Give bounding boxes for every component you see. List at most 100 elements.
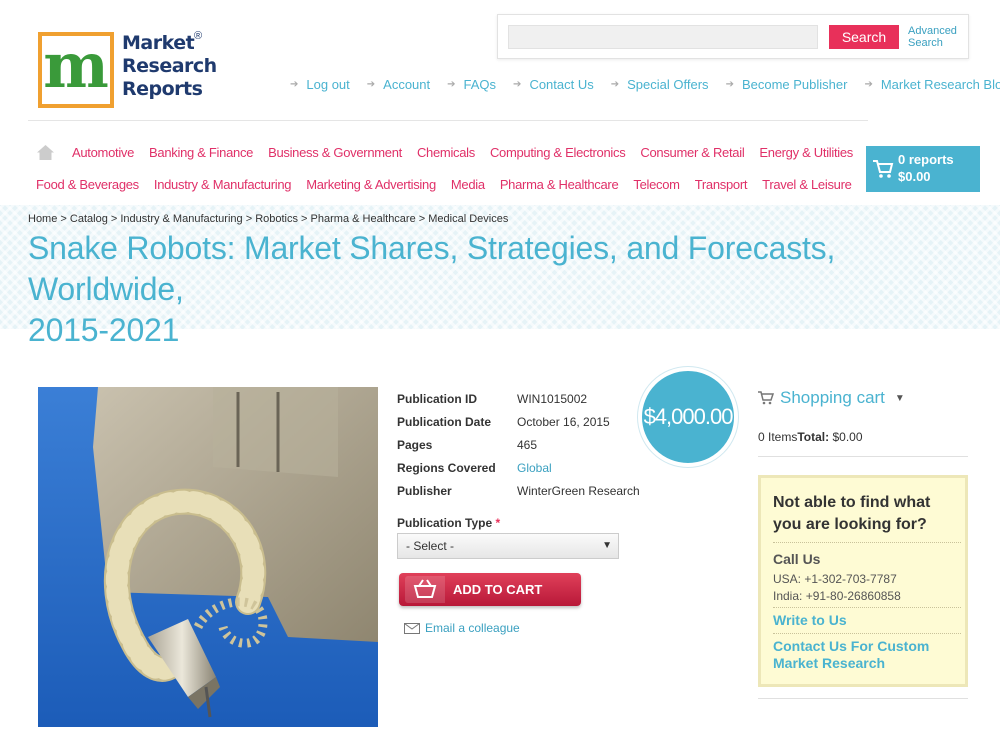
arrow-icon: ➔ — [290, 79, 299, 90]
breadcrumb-separator: > — [57, 213, 70, 225]
nav-automotive[interactable]: Automotive — [72, 145, 134, 160]
publication-type-select[interactable]: - Select - ▼ — [397, 533, 619, 559]
detail-value: October 16, 2015 — [517, 415, 610, 429]
arrow-icon: ➔ — [513, 79, 522, 90]
arrow-icon: ➔ — [447, 79, 456, 90]
logo-word-1: Market — [122, 32, 195, 54]
sidebar-divider — [758, 456, 968, 457]
nav-transport[interactable]: Transport — [695, 177, 748, 192]
chevron-down-icon: ▼ — [894, 392, 905, 404]
email-colleague-label: Email a colleague — [425, 621, 520, 635]
nav-telecom[interactable]: Telecom — [633, 177, 680, 192]
nav-travel-leisure[interactable]: Travel & Leisure — [762, 177, 852, 192]
cart-icon — [873, 160, 894, 178]
site-logo[interactable]: m Market Research Reports ® — [38, 30, 217, 108]
basket-icon — [405, 576, 445, 603]
breadcrumb-robotics[interactable]: Robotics — [255, 213, 298, 225]
registered-mark: ® — [194, 30, 203, 42]
search-button[interactable]: Search — [829, 25, 899, 49]
toplink-logout[interactable]: ➔ Log out — [290, 77, 350, 92]
logo-letter: m — [43, 29, 109, 102]
page-title-line2: 2015-2021 — [28, 312, 180, 348]
nav-energy-utilities[interactable]: Energy & Utilities — [759, 145, 853, 160]
price-badge: $4,000.00 — [638, 367, 738, 467]
toplink-special-offers[interactable]: ➔ Special Offers — [611, 77, 709, 92]
advanced-search-link[interactable]: Advanced Search — [908, 25, 957, 49]
help-question: Not able to find what you are looking fo… — [773, 494, 931, 533]
nav-industry-manufacturing[interactable]: Industry & Manufacturing — [154, 177, 292, 192]
detail-label: Publication Date — [397, 415, 492, 429]
search-input[interactable] — [508, 25, 818, 49]
detail-value: WIN1015002 — [517, 392, 588, 406]
toplink-label: Market Research Blog — [880, 77, 1000, 92]
call-us-heading: Call Us — [773, 551, 821, 567]
nav-marketing-advertising[interactable]: Marketing & Advertising — [306, 177, 436, 192]
nav-computing-electronics[interactable]: Computing & Electronics — [490, 145, 626, 160]
toplink-become-publisher[interactable]: ➔ Become Publisher — [726, 77, 848, 92]
shopping-cart-heading[interactable]: Shopping cart ▼ — [758, 388, 905, 408]
toplink-account[interactable]: ➔ Account — [367, 77, 430, 92]
detail-row-publisher: Publisher WinterGreen Research — [397, 480, 640, 503]
cart-report-count: 0 reports — [898, 152, 954, 167]
advanced-search-line2: Search — [908, 37, 943, 49]
breadcrumb-pharma[interactable]: Pharma & Healthcare — [311, 213, 416, 225]
select-value: - Select - — [406, 539, 455, 553]
toplink-label: Log out — [306, 77, 350, 92]
arrow-icon: ➔ — [610, 79, 620, 90]
add-to-cart-button[interactable]: ADD TO CART — [399, 573, 581, 606]
cart-items-count: 0 Items — [758, 430, 798, 444]
arrow-icon: ➔ — [725, 79, 734, 90]
logo-mark: m — [38, 32, 114, 108]
cart-total-value: $0.00 — [832, 430, 863, 444]
shopping-cart-title: Shopping cart — [780, 388, 885, 407]
detail-label: Publication ID — [397, 392, 478, 406]
nav-pharma-healthcare[interactable]: Pharma & Healthcare — [500, 177, 619, 192]
nav-banking-finance[interactable]: Banking & Finance — [149, 145, 253, 160]
publication-type-label: Publication Type * — [397, 516, 500, 530]
detail-label: Pages — [397, 438, 433, 452]
toplink-label: FAQs — [463, 77, 497, 92]
breadcrumb-catalog[interactable]: Catalog — [70, 213, 108, 225]
arrow-icon: ➔ — [864, 79, 873, 90]
toplink-label: Account — [383, 77, 431, 92]
help-divider — [773, 607, 961, 608]
page-title: Snake Robots: Market Shares, Strategies,… — [28, 228, 988, 351]
product-details: Publication ID WIN1015002 Publication Dat… — [397, 388, 640, 503]
dropdown-arrow-icon: ▼ — [602, 540, 612, 551]
nav-media[interactable]: Media — [451, 177, 485, 192]
detail-row-publication-date: Publication Date October 16, 2015 — [397, 411, 640, 434]
home-icon[interactable] — [37, 145, 54, 160]
nav-consumer-retail[interactable]: Consumer & Retail — [640, 145, 744, 160]
nav-food-beverages[interactable]: Food & Beverages — [36, 177, 139, 192]
toplink-contact[interactable]: ➔ Contact Us — [513, 77, 594, 92]
cart-icon — [758, 391, 774, 405]
toplink-blog[interactable]: ➔ Market Research Blog — [864, 77, 1000, 92]
category-nav-row-1: Automotive Banking & Finance Business & … — [72, 145, 868, 160]
detail-row-regions: Regions Covered Global — [397, 457, 640, 480]
toplink-faqs[interactable]: ➔ FAQs — [447, 77, 496, 92]
header-divider — [28, 120, 868, 121]
detail-label: Regions Covered — [397, 461, 496, 475]
custom-research-link[interactable]: Contact Us For Custom Market Research — [773, 638, 963, 672]
top-links: ➔ Log out ➔ Account ➔ FAQs ➔ Contact Us ➔ Spe… — [290, 77, 1000, 92]
nav-chemicals[interactable]: Chemicals — [417, 145, 475, 160]
region-link[interactable]: Global — [517, 457, 552, 480]
breadcrumb-home[interactable]: Home — [28, 213, 57, 225]
add-to-cart-label: ADD TO CART — [453, 582, 543, 597]
toplink-label: Become Publisher — [741, 77, 848, 92]
email-colleague-link[interactable]: Email a colleague — [404, 621, 520, 635]
required-marker: * — [495, 516, 501, 530]
shopping-cart-summary: 0 ItemsTotal: $0.00 — [758, 430, 863, 444]
cart-total: $0.00 — [898, 169, 931, 184]
category-nav-row-2: Food & Beverages Industry & Manufacturin… — [36, 177, 867, 192]
cart-total-label: Total: — [797, 430, 830, 444]
breadcrumb-industry[interactable]: Industry & Manufacturing — [120, 213, 242, 225]
write-to-us-link[interactable]: Write to Us — [773, 612, 847, 629]
help-divider — [773, 633, 961, 634]
header-cart-button[interactable]: 0 reports $0.00 — [866, 146, 980, 192]
detail-value: 465 — [517, 438, 538, 452]
detail-row-pages: Pages 465 — [397, 434, 640, 457]
detail-label: Publisher — [397, 484, 452, 498]
breadcrumb-medical-devices[interactable]: Medical Devices — [428, 213, 508, 225]
nav-business-government[interactable]: Business & Government — [268, 145, 402, 160]
